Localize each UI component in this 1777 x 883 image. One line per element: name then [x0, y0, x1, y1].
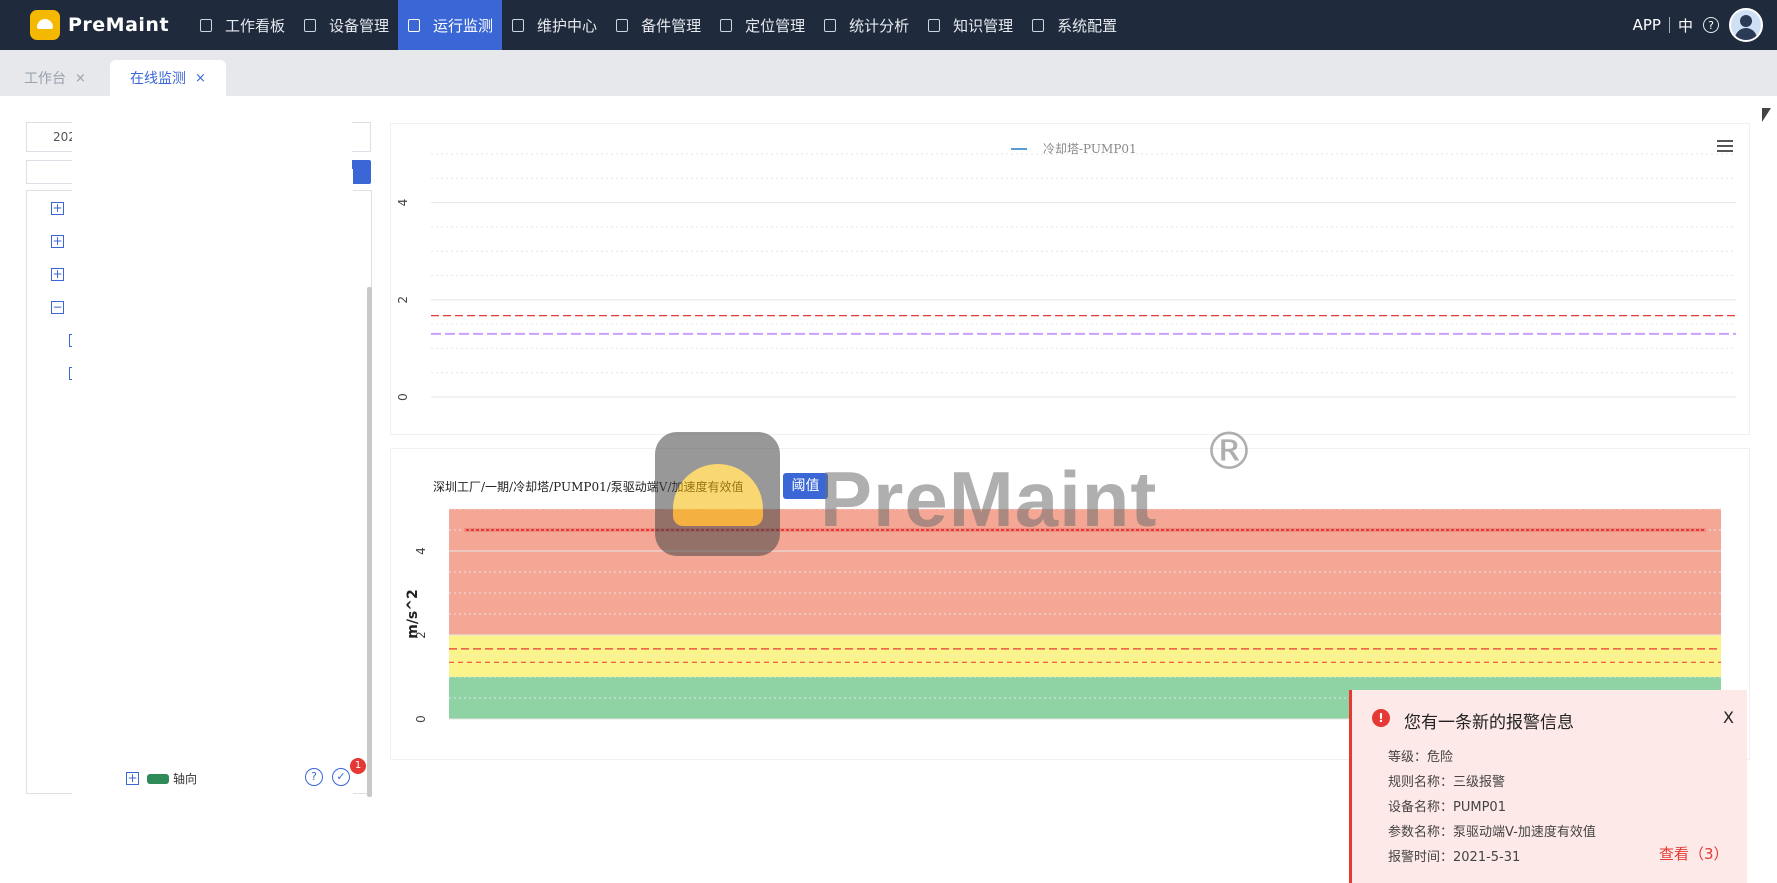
alarm-device: 设备名称：PUMP01 — [1388, 796, 1506, 815]
pump-icon — [147, 773, 169, 784]
field-label: 参数名称： — [1388, 825, 1454, 840]
nav-menu-icon — [304, 18, 317, 32]
field-label: 等级： — [1388, 750, 1428, 765]
expand-icon[interactable]: + — [51, 202, 64, 215]
top-nav-bar: PreMaint 工作看板 设备管理 运行监测 维护中心 备件管理 定位管理 统计分析 知识管… — [0, 0, 1777, 50]
nav-item[interactable]: 统计分析 — [814, 0, 918, 50]
expand-icon[interactable]: + — [51, 235, 64, 248]
collapse-icon[interactable]: − — [51, 301, 64, 314]
tab-workbench[interactable]: 工作台 × — [24, 60, 86, 96]
mouse-cursor-icon — [1762, 108, 1771, 122]
app-link[interactable]: APP — [1633, 16, 1661, 34]
main-nav: 工作看板 设备管理 运行监测 维护中心 备件管理 定位管理 统计分析 知识管理 系统配置 — [190, 0, 1126, 50]
y-tick-label: 0 — [414, 715, 428, 723]
panel-overlay — [72, 97, 352, 797]
field-label: 报警时间： — [1388, 850, 1454, 865]
scrollbar[interactable] — [367, 287, 372, 797]
trend-chart-top: 04-0504-1204-1904-2605-0305-1005-1705-24… — [390, 123, 1750, 435]
language-toggle[interactable]: 中 — [1678, 15, 1693, 36]
nav-item[interactable]: 工作看板 — [190, 0, 294, 50]
check-icon[interactable]: ✓ — [332, 768, 350, 786]
alarm-time: 报警时间：2021-5-31 — [1388, 846, 1520, 865]
helmet-logo-icon — [30, 10, 60, 40]
tab-label: 在线监测 — [130, 71, 186, 87]
nav-menu-icon — [928, 18, 941, 32]
axis-label: 轴向 — [173, 772, 198, 786]
top-right-tools: APP 中 ? — [1633, 0, 1763, 50]
nav-menu-icon — [408, 18, 421, 32]
nav-label: 维护中心 — [537, 16, 598, 35]
help-icon[interactable]: ? — [1703, 17, 1719, 33]
nav-menu-icon — [512, 18, 525, 32]
alarm-notification: ! 您有一条新的报警信息 X 等级：危险 规则名称：三级报警 设备名称：PUMP… — [1349, 690, 1747, 883]
nav-label: 工作看板 — [225, 16, 286, 35]
nav-item[interactable]: 知识管理 — [918, 0, 1022, 50]
field-value: 危险 — [1427, 750, 1454, 765]
nav-label: 备件管理 — [641, 16, 702, 35]
nav-menu-icon — [1032, 18, 1045, 32]
nav-item[interactable]: 维护中心 — [502, 0, 606, 50]
y-tick-label: 4 — [414, 547, 428, 555]
field-value: 泵驱动端V-加速度有效值 — [1453, 825, 1596, 840]
view-alarms-link[interactable]: 查看（3） — [1659, 843, 1729, 864]
nav-item[interactable]: 定位管理 — [710, 0, 814, 50]
y-axis-label: m/s^2 — [405, 589, 421, 639]
y-tick-label: 2 — [396, 296, 410, 304]
trend-chart-top-svg: 04-0504-1204-1904-2605-0305-1005-1705-24… — [396, 142, 1736, 401]
nav-menu-icon — [720, 18, 733, 32]
alarm-rule: 规则名称：三级报警 — [1388, 771, 1505, 790]
search-button[interactable] — [351, 160, 371, 184]
nav-label: 知识管理 — [953, 16, 1014, 35]
tab-label: 工作台 — [24, 71, 66, 87]
y-tick-label: 4 — [396, 199, 410, 207]
expand-icon[interactable]: + — [126, 772, 139, 785]
nav-menu-icon — [200, 18, 212, 32]
error-icon: ! — [1372, 709, 1390, 727]
user-avatar[interactable] — [1729, 8, 1763, 42]
help-icon[interactable]: ? — [305, 768, 323, 786]
field-value: PUMP01 — [1453, 800, 1506, 815]
nav-label: 定位管理 — [745, 16, 806, 35]
tree-footer: + 轴向 — [126, 770, 197, 787]
nav-item[interactable]: 运行监测 — [398, 0, 503, 50]
field-label: 规则名称： — [1388, 775, 1454, 790]
expand-icon[interactable]: + — [51, 268, 64, 281]
nav-label: 运行监测 — [433, 16, 494, 35]
field-value: 三级报警 — [1453, 775, 1506, 790]
nav-menu-icon — [824, 18, 837, 32]
field-value: 2021-5-31 — [1453, 850, 1521, 865]
nav-label: 统计分析 — [849, 16, 910, 35]
notification-badge: 1 — [350, 758, 366, 774]
app-name: PreMaint — [68, 14, 170, 36]
app-logo[interactable]: PreMaint — [30, 8, 169, 42]
tab-online-monitor[interactable]: 在线监测 × — [110, 60, 226, 96]
field-label: 设备名称： — [1388, 800, 1454, 815]
close-button[interactable]: X — [1723, 708, 1734, 727]
nav-item[interactable]: 设备管理 — [294, 0, 398, 50]
device-tree-panel: 202 + + + − — [26, 97, 372, 869]
tab-bar: 工作台 × 在线监测 × — [0, 50, 1777, 96]
y-tick-label: 0 — [396, 393, 410, 401]
tab-close-icon[interactable]: × — [75, 71, 86, 86]
alarm-level: 等级：危险 — [1388, 746, 1453, 765]
threshold-button[interactable]: 阈值 — [783, 473, 828, 499]
nav-item[interactable]: 系统配置 — [1022, 0, 1126, 50]
measure-point-path: 深圳工厂/一期/冷却塔/PUMP01/泵驱动端V/加速度有效值 — [433, 480, 744, 494]
nav-label: 系统配置 — [1057, 16, 1118, 35]
tab-close-icon[interactable]: × — [195, 71, 206, 86]
nav-label: 设备管理 — [329, 16, 390, 35]
chart-menu-icon[interactable] — [1717, 140, 1733, 153]
nav-item[interactable]: 备件管理 — [606, 0, 710, 50]
alarm-title: 您有一条新的报警信息 — [1404, 713, 1574, 733]
divider — [1668, 17, 1670, 33]
legend-label: 冷却塔-PUMP01 — [1043, 142, 1137, 156]
alarm-parameter: 参数名称：泵驱动端V-加速度有效值 — [1388, 821, 1596, 840]
nav-menu-icon — [616, 18, 629, 32]
